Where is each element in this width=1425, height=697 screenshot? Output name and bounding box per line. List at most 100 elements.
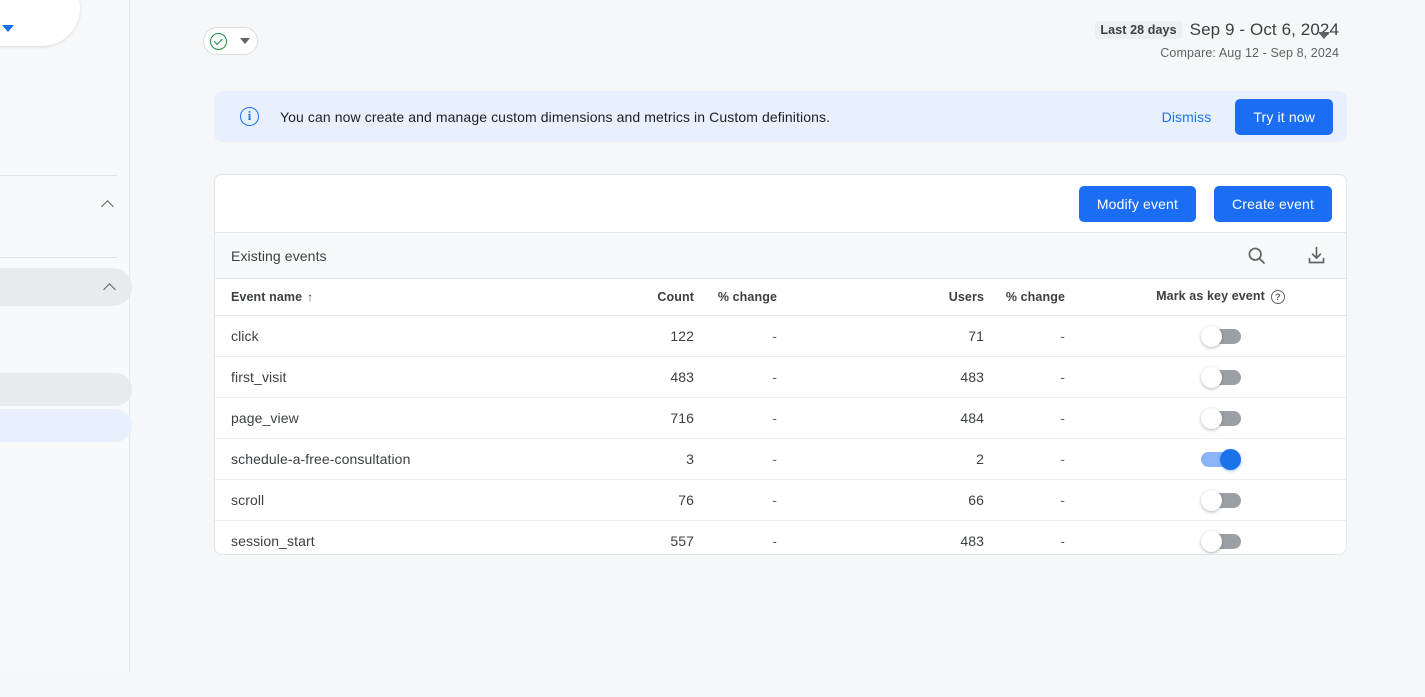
search-icon[interactable] xyxy=(1244,244,1268,268)
col-header-count[interactable]: Count xyxy=(575,279,700,316)
col-label: Event name xyxy=(231,289,303,304)
existing-events-header: Existing events xyxy=(215,233,1346,279)
sidebar-item-4[interactable]: ion and modifica... xyxy=(0,340,130,374)
cell-event-name: click xyxy=(215,315,575,357)
sidebar-collapse-toggle[interactable] xyxy=(0,0,80,46)
try-it-now-button[interactable]: Try it now xyxy=(1235,98,1333,135)
sidebar-item-11[interactable]: groups xyxy=(0,592,130,626)
chevron-up-icon xyxy=(103,282,116,296)
chevron-down-icon xyxy=(240,38,250,44)
cell-count: 3 xyxy=(575,438,700,480)
cell-users-pct-change: - xyxy=(990,315,1095,357)
data-status-button[interactable] xyxy=(203,27,258,55)
date-range-compare: Compare: Aug 12 - Sep 8, 2024 xyxy=(1160,46,1339,60)
sidebar-item-13[interactable]: dentity xyxy=(0,663,130,697)
left-sidebar: es nt ngs ngs ion and modifica... y ts s… xyxy=(0,0,132,673)
cell-count: 716 xyxy=(575,397,700,439)
sidebar-item-0[interactable]: es xyxy=(0,104,130,138)
cell-users: 483 xyxy=(960,532,984,549)
cell-users: 484 xyxy=(805,397,990,439)
date-range-chip: Last 28 days xyxy=(1095,21,1182,39)
cell-users-pct-change: - xyxy=(990,438,1095,480)
cell-key-event-toggle xyxy=(1095,315,1346,357)
table-row[interactable]: click 122 - 71 - xyxy=(215,315,1346,357)
cell-users-pct-change: - xyxy=(990,397,1095,439)
cell-count-pct-change: - xyxy=(772,532,777,549)
date-range-chevron-down-icon[interactable] xyxy=(1318,32,1330,39)
create-event-button[interactable]: Create event xyxy=(1214,185,1332,222)
table-body: click 122 - 71 - first_visit 483 - 483 - xyxy=(215,315,1346,554)
cell-count: 76 xyxy=(575,479,700,521)
table-header-row: Event name ↑ Count % change Users % chang… xyxy=(215,279,1346,316)
sidebar-item-5[interactable]: y xyxy=(0,373,132,406)
cell-key-event-toggle xyxy=(1095,520,1346,554)
help-icon[interactable]: ? xyxy=(1270,290,1285,305)
cell-count-pct-change: - xyxy=(700,438,805,480)
col-label: Mark as key event xyxy=(1156,289,1265,304)
existing-events-title: Existing events xyxy=(231,247,327,264)
cell-key-event-toggle xyxy=(1095,479,1346,521)
card-action-bar: Modify event Create event xyxy=(215,175,1346,233)
cell-count-pct-change: - xyxy=(700,397,805,439)
cell-users: 483 xyxy=(805,356,990,398)
sort-ascending-icon: ↑ xyxy=(307,289,314,304)
cell-event-name: page_view xyxy=(215,397,575,439)
cell-event-name: schedule-a-free-consultation xyxy=(215,438,575,480)
cell-users: 66 xyxy=(805,479,990,521)
existing-events-table: Event name ↑ Count % change Users % chang… xyxy=(215,279,1346,554)
green-check-circle-icon xyxy=(210,32,227,50)
info-icon: i xyxy=(240,107,259,126)
col-header-count-pct-change[interactable]: % change xyxy=(700,279,805,316)
cell-key-event-toggle xyxy=(1095,438,1346,480)
sidebar-item-1[interactable]: nt xyxy=(0,141,130,175)
cell-event-name: scroll xyxy=(215,479,575,521)
sidebar-divider xyxy=(0,257,117,258)
table-row[interactable]: page_view 716 - 484 - xyxy=(215,397,1346,439)
sidebar-divider xyxy=(0,175,117,176)
date-range-selector[interactable]: Last 28 days Sep 9 - Oct 6, 2024 Compare… xyxy=(1095,20,1339,60)
table-row[interactable]: schedule-a-free-consultation 3 - 2 - xyxy=(215,438,1346,480)
col-header-users[interactable]: Users xyxy=(805,279,990,316)
chevron-up-icon xyxy=(101,199,114,213)
sidebar-item-9[interactable]: ons xyxy=(0,520,130,554)
cell-count: 122 xyxy=(575,315,700,357)
cell-users-pct-change: - xyxy=(990,356,1095,398)
key-event-toggle[interactable] xyxy=(1200,489,1241,511)
cell-event-name: session_start xyxy=(231,532,315,549)
table-row[interactable]: scroll 76 - 66 - xyxy=(215,479,1346,521)
cell-users-pct-change: - xyxy=(990,479,1095,521)
cell-count-pct-change: - xyxy=(700,479,805,521)
dismiss-button[interactable]: Dismiss xyxy=(1162,109,1212,125)
download-icon[interactable] xyxy=(1304,244,1328,268)
key-event-toggle[interactable] xyxy=(1200,407,1241,429)
col-header-users-pct-change[interactable]: % change xyxy=(990,279,1095,316)
chevron-down-icon xyxy=(2,25,14,32)
key-event-toggle[interactable] xyxy=(1200,325,1241,347)
cell-count-pct-change: - xyxy=(700,315,805,357)
cell-key-event-toggle xyxy=(1095,397,1346,439)
sidebar-item-12[interactable]: n settings xyxy=(0,628,130,662)
key-event-toggle[interactable] xyxy=(1200,531,1241,553)
col-header-mark-as-key-event: Mark as key event? xyxy=(1095,279,1346,316)
cell-count-pct-change: - xyxy=(700,356,805,398)
sidebar-item-10[interactable]: efinitions xyxy=(0,556,130,590)
table-row[interactable]: session_start 557 - 483 - xyxy=(215,520,1346,554)
cell-event-name: first_visit xyxy=(215,356,575,398)
sidebar-item-6-selected[interactable] xyxy=(0,409,132,442)
key-event-toggle[interactable] xyxy=(1200,448,1241,470)
cell-users: 2 xyxy=(805,438,990,480)
table-row[interactable]: first_visit 483 - 483 - xyxy=(215,356,1346,398)
info-banner: i You can now create and manage custom d… xyxy=(214,91,1347,142)
sidebar-section-2[interactable]: ngs xyxy=(0,187,130,221)
sidebar-section-3[interactable]: ngs xyxy=(0,268,132,306)
cell-count: 483 xyxy=(575,356,700,398)
key-event-toggle[interactable] xyxy=(1200,366,1241,388)
date-range-value: Sep 9 - Oct 6, 2024 xyxy=(1189,20,1339,39)
cell-users-pct-change: - xyxy=(1060,532,1065,549)
col-header-event-name[interactable]: Event name ↑ xyxy=(215,279,575,316)
cell-count: 557 xyxy=(670,532,694,549)
sidebar-item-8[interactable]: s xyxy=(0,484,130,518)
cell-key-event-toggle xyxy=(1095,356,1346,398)
sidebar-item-7[interactable]: ts xyxy=(0,448,130,482)
modify-event-button[interactable]: Modify event xyxy=(1078,185,1197,222)
